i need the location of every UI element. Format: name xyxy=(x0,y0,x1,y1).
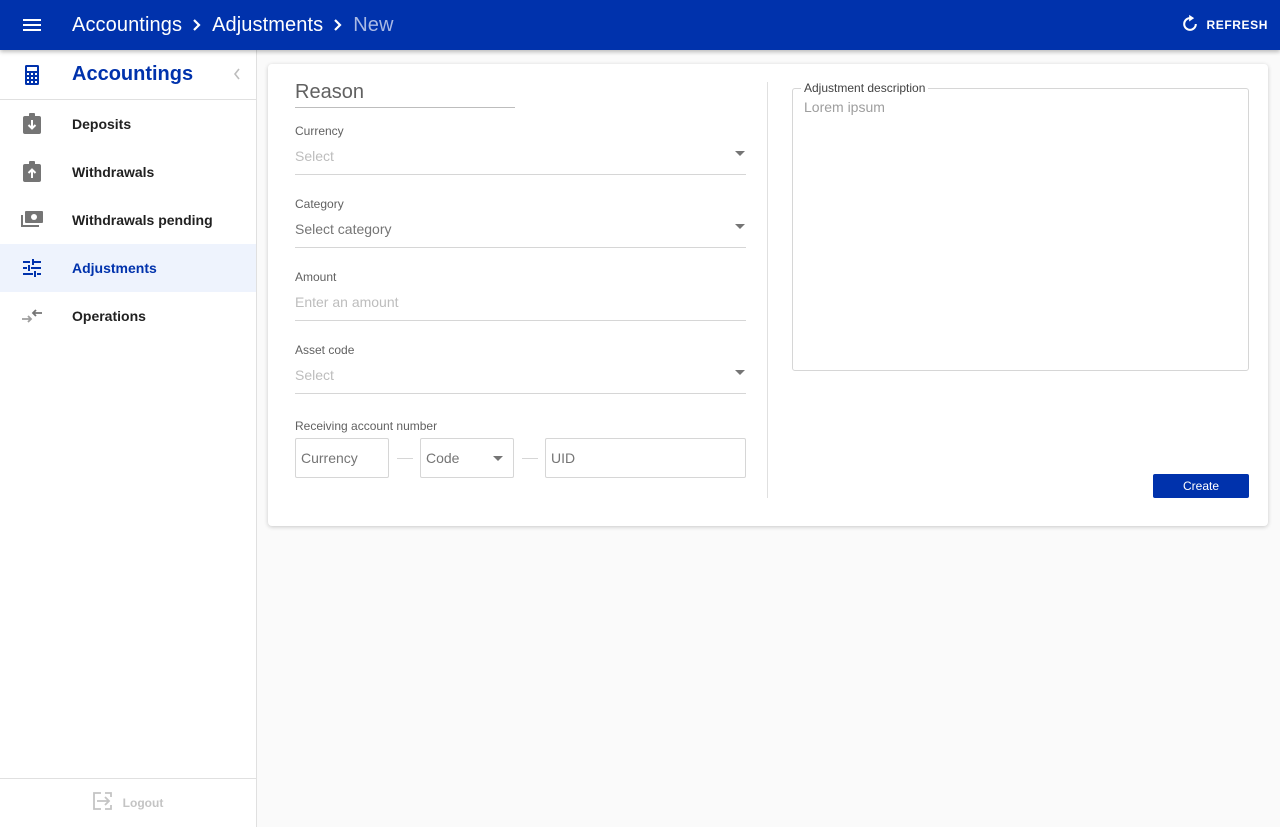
separator-dash xyxy=(522,457,538,459)
sidebar-item-withdrawals[interactable]: Withdrawals xyxy=(0,148,256,196)
deposit-icon xyxy=(0,113,64,135)
sidebar-item-operations[interactable]: Operations xyxy=(0,292,256,340)
field-underline xyxy=(295,247,746,248)
sidebar: Accountings Deposits Withdrawals Withdra… xyxy=(0,50,257,827)
field-underline xyxy=(295,174,746,175)
currency-label: Currency xyxy=(295,124,344,138)
withdrawal-icon xyxy=(0,161,64,183)
account-currency-input[interactable]: Currency xyxy=(295,438,389,478)
sidebar-item-label: Withdrawals pending xyxy=(72,212,213,228)
money-icon xyxy=(0,211,64,229)
currency-placeholder: Select xyxy=(295,148,334,164)
account-code-placeholder: Code xyxy=(426,450,460,466)
sidebar-item-label: Withdrawals xyxy=(72,164,155,180)
breadcrumb-adjustments[interactable]: Adjustments xyxy=(212,14,323,37)
logout-label: Logout xyxy=(122,796,164,810)
adjustment-description-textarea[interactable]: Adjustment description Lorem ipsum xyxy=(792,82,1249,371)
amount-label: Amount xyxy=(295,270,337,284)
category-value: Select category xyxy=(295,221,392,237)
account-uid-input[interactable]: UID xyxy=(545,438,746,478)
refresh-icon xyxy=(1180,14,1200,37)
logout-icon xyxy=(92,791,113,815)
calculator-icon xyxy=(0,64,64,85)
account-code-select[interactable]: Code xyxy=(420,438,514,478)
asset-code-placeholder: Select xyxy=(295,367,334,383)
dropdown-arrow-icon xyxy=(735,370,745,375)
currency-select[interactable]: Currency Select xyxy=(295,124,746,175)
receiving-account-fields: Currency Code UID xyxy=(295,438,746,478)
description-value: Lorem ipsum xyxy=(804,99,885,115)
sidebar-item-label: Deposits xyxy=(72,116,132,132)
field-underline xyxy=(295,320,746,321)
app-bar: Accountings Adjustments New REFRESH xyxy=(0,0,1280,50)
chevron-right-icon xyxy=(192,18,202,32)
sidebar-header: Accountings xyxy=(0,50,256,100)
collapse-sidebar-button[interactable] xyxy=(232,66,242,87)
amount-input[interactable]: Amount Enter an amount xyxy=(295,270,746,321)
amount-placeholder: Enter an amount xyxy=(295,294,399,310)
refresh-button[interactable]: REFRESH xyxy=(1180,0,1268,50)
refresh-label: REFRESH xyxy=(1206,18,1268,32)
reason-input[interactable]: Reason xyxy=(295,81,515,108)
menu-button[interactable] xyxy=(0,0,64,50)
tune-icon xyxy=(0,259,64,277)
dropdown-arrow-icon xyxy=(735,224,745,229)
create-button[interactable]: Create xyxy=(1153,474,1249,498)
adjustment-form-card: Reason Currency Select Category Select c… xyxy=(268,64,1268,526)
sidebar-item-adjustments[interactable]: Adjustments xyxy=(0,244,256,292)
asset-code-label: Asset code xyxy=(295,343,355,357)
sidebar-item-label: Operations xyxy=(72,308,146,324)
breadcrumb-new: New xyxy=(353,13,394,36)
dropdown-arrow-icon xyxy=(493,456,503,461)
category-label: Category xyxy=(295,197,344,211)
category-select[interactable]: Category Select category xyxy=(295,197,746,248)
field-underline xyxy=(295,393,746,394)
compare-arrows-icon xyxy=(0,308,64,324)
dropdown-arrow-icon xyxy=(735,151,745,156)
sidebar-item-deposits[interactable]: Deposits xyxy=(0,100,256,148)
receiving-account-label: Receiving account number xyxy=(295,419,438,433)
separator-dash xyxy=(397,457,413,459)
breadcrumb: Accountings Adjustments New xyxy=(72,14,394,37)
sidebar-item-label: Adjustments xyxy=(72,260,157,276)
chevron-right-icon xyxy=(333,18,343,32)
hamburger-icon xyxy=(23,19,41,31)
sidebar-title: Accountings xyxy=(72,63,194,85)
asset-code-select[interactable]: Asset code Select xyxy=(295,343,746,394)
description-label: Adjustment description xyxy=(801,82,929,95)
sidebar-item-withdrawals-pending[interactable]: Withdrawals pending xyxy=(0,196,256,244)
column-divider xyxy=(767,82,768,498)
breadcrumb-accountings[interactable]: Accountings xyxy=(72,14,182,37)
logout-button[interactable]: Logout xyxy=(0,778,256,827)
